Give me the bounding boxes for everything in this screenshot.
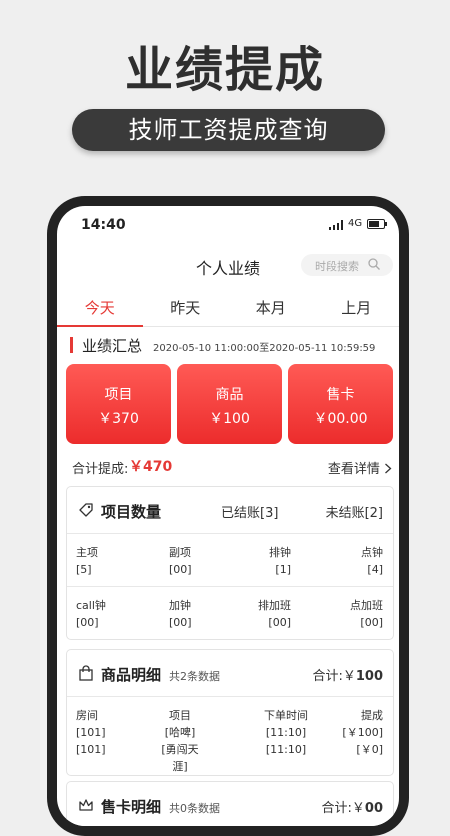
view-details-link[interactable]: 查看详情 <box>328 458 392 477</box>
stat-pick-clock: 点钟 [4] <box>361 546 383 576</box>
goods-total-label: 合计:￥ <box>312 669 356 684</box>
battery-level <box>369 221 379 227</box>
summary-cards: 项目 ￥370 商品 ￥100 售卡 ￥00.00 <box>66 364 393 444</box>
card-sales-record-count: 共0条数据 <box>169 802 220 815</box>
tab-last-month[interactable]: 上月 <box>314 290 400 326</box>
table-header: 项目 <box>169 709 191 722</box>
card-value: ￥00.00 <box>313 411 368 427</box>
search-input[interactable]: 时段搜索 <box>301 254 393 276</box>
goods-total-value: 100 <box>355 669 383 684</box>
table-cell: [￥100] <box>342 726 383 739</box>
card-sales-total-label: 合计:￥ <box>321 801 365 816</box>
tab-this-month[interactable]: 本月 <box>228 290 314 326</box>
search-placeholder: 时段搜索 <box>315 260 359 273</box>
signal-icon <box>329 220 343 230</box>
total-commission-value: ￥470 <box>129 459 173 475</box>
card-value: ￥370 <box>98 411 139 427</box>
goods-detail-header: 商品明细 共2条数据 合计:￥100 <box>67 650 393 697</box>
crown-icon <box>79 799 93 811</box>
section-accent-bar <box>70 337 73 353</box>
project-count-row: 主项 [5] 副项 [00] 排钟 [1] 点钟 [4] <box>67 534 393 587</box>
goods-col-time: 下单时间 [11:10] [11:10] <box>261 707 311 758</box>
project-count-header: 项目数量 已结账[3] 未结账[2] <box>67 487 393 534</box>
goods-col-commission: 提成 [￥100] [￥0] <box>342 707 383 758</box>
tab-yesterday[interactable]: 昨天 <box>143 290 229 326</box>
network-label: 4G <box>348 218 363 229</box>
summary-card-goods[interactable]: 商品 ￥100 <box>177 364 282 444</box>
status-time: 14:40 <box>81 217 126 233</box>
goods-col-item: 项目 [哈啤] [勇闯天涯] <box>155 707 205 775</box>
chevron-right-icon <box>385 463 392 474</box>
stat-main-item: 主项 [5] <box>76 546 98 576</box>
summary-title: 业绩汇总 <box>82 337 143 355</box>
stat-sub-item: 副项 [00] <box>169 546 192 576</box>
goods-table: 房间 [101] [101] 项目 [哈啤] [勇闯天涯] 下单时间 [11:1… <box>67 697 393 775</box>
summary-card-project[interactable]: 项目 ￥370 <box>66 364 171 444</box>
table-cell: [101] <box>76 743 106 756</box>
summary-card-card-sales[interactable]: 售卡 ￥00.00 <box>288 364 393 444</box>
card-sales-total-value: 00 <box>364 801 383 816</box>
shopping-bag-icon <box>79 665 93 681</box>
project-count-panel: 项目数量 已结账[3] 未结账[2] 主项 [5] 副项 [00] 排钟 [1] 点钟… <box>66 486 394 640</box>
tab-today[interactable]: 今天 <box>57 290 143 327</box>
stat-pick-overtime: 点加班 [00] <box>350 599 383 629</box>
table-header: 房间 <box>76 709 98 722</box>
table-cell: [勇闯天涯] <box>161 743 199 773</box>
promo-subtitle: 技师工资提成查询 <box>72 109 385 151</box>
goods-record-count: 共2条数据 <box>169 670 220 683</box>
table-cell: [101] <box>76 726 106 739</box>
table-header: 提成 <box>361 709 383 722</box>
summary-range: 2020-05-10 11:00:00至2020-05-11 10:59:59 <box>153 343 376 354</box>
table-cell: [11:10] <box>265 726 307 739</box>
card-sales-header: 售卡明细 共0条数据 合计:￥00 <box>67 782 393 826</box>
battery-icon <box>367 219 387 229</box>
summary-header: 业绩汇总 2020-05-10 11:00:00至2020-05-11 10:5… <box>70 334 390 356</box>
table-cell: [哈啤] <box>164 726 196 739</box>
card-sales-title: 售卡明细 <box>101 798 162 816</box>
project-count-row: call钟 [00] 加钟 [00] 排加班 [00] 点加班 [00] <box>67 587 393 639</box>
stat-call-clock: call钟 [00] <box>76 599 106 629</box>
phone-screen: 14:40 4G 个人业绩 时段搜索 今天 昨天 本月 上月 业绩汇总 2020… <box>57 206 399 826</box>
search-icon <box>368 258 380 270</box>
stat-queue-clock: 排钟 [1] <box>269 546 291 576</box>
card-sales-panel: 售卡明细 共0条数据 合计:￥00 <box>66 781 394 826</box>
stat-queue-overtime: 排加班 [00] <box>258 599 291 629</box>
total-commission-row: 合计提成: ￥470 查看详情 <box>72 456 392 477</box>
card-value: ￥100 <box>209 411 250 427</box>
goods-detail-panel: 商品明细 共2条数据 合计:￥100 房间 [101] [101] 项目 [哈啤… <box>66 649 394 776</box>
total-commission-label: 合计提成: <box>72 462 129 477</box>
card-label: 项目 <box>104 387 133 403</box>
unsettled-count: 未结账[2] <box>325 506 383 521</box>
stat-extra-clock: 加钟 [00] <box>169 599 192 629</box>
period-tabs: 今天 昨天 本月 上月 <box>57 290 399 327</box>
goods-col-room: 房间 [101] [101] <box>76 707 106 758</box>
settled-count: 已结账[3] <box>221 506 279 521</box>
project-count-title: 项目数量 <box>101 503 162 521</box>
table-header: 下单时间 <box>264 709 308 722</box>
card-label: 售卡 <box>326 387 355 403</box>
card-label: 商品 <box>215 387 244 403</box>
status-bar: 14:40 4G <box>57 206 399 244</box>
nav-bar: 个人业绩 时段搜索 <box>57 244 399 286</box>
table-cell: [11:10] <box>265 743 307 756</box>
view-details-label: 查看详情 <box>327 462 380 477</box>
tag-icon <box>79 503 93 517</box>
goods-total: 合计:￥100 <box>312 665 383 684</box>
promo-title: 业绩提成 <box>124 42 325 98</box>
goods-detail-title: 商品明细 <box>101 666 162 684</box>
table-cell: [￥0] <box>356 743 383 756</box>
